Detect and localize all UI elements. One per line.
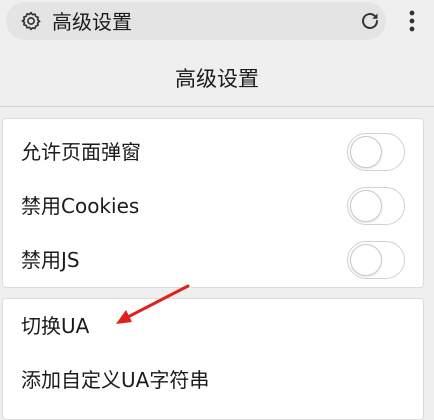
disable-cookies-toggle[interactable]	[347, 187, 405, 225]
toggle-knob	[350, 136, 382, 168]
gear-icon	[21, 11, 41, 31]
setting-row-disable-js[interactable]: 禁用JS	[3, 233, 423, 287]
toggle-settings-card: 允许页面弹窗 禁用Cookies 禁用JS	[2, 118, 424, 288]
address-bar-text: 高级设置	[52, 10, 132, 34]
setting-row-switch-ua[interactable]: 切换UA	[3, 299, 423, 353]
reload-icon[interactable]	[358, 9, 382, 33]
setting-label-disable-cookies: 禁用Cookies	[21, 194, 140, 218]
red-arrow-annotation	[116, 284, 190, 324]
setting-row-disable-cookies[interactable]: 禁用Cookies	[3, 179, 423, 233]
allow-popups-toggle[interactable]	[347, 133, 405, 171]
disable-js-toggle[interactable]	[347, 241, 405, 279]
more-vert-icon[interactable]	[400, 6, 424, 36]
setting-row-allow-popups[interactable]: 允许页面弹窗	[3, 125, 423, 179]
ua-settings-card: 切换UA 添加自定义UA字符串	[2, 298, 424, 420]
setting-label-disable-js: 禁用JS	[21, 248, 80, 272]
setting-row-custom-ua[interactable]: 添加自定义UA字符串	[3, 353, 423, 407]
toggle-knob	[350, 190, 382, 222]
page-title: 高级设置	[175, 67, 259, 91]
header-divider	[0, 106, 434, 107]
setting-label-custom-ua: 添加自定义UA字符串	[21, 368, 210, 392]
toggle-knob	[350, 244, 382, 276]
arrow-shaft	[120, 284, 190, 322]
address-bar[interactable]: 高级设置	[6, 2, 386, 40]
setting-label-allow-popups: 允许页面弹窗	[21, 140, 141, 164]
setting-label-switch-ua: 切换UA	[21, 314, 90, 338]
browser-toolbar: 高级设置	[0, 0, 434, 48]
